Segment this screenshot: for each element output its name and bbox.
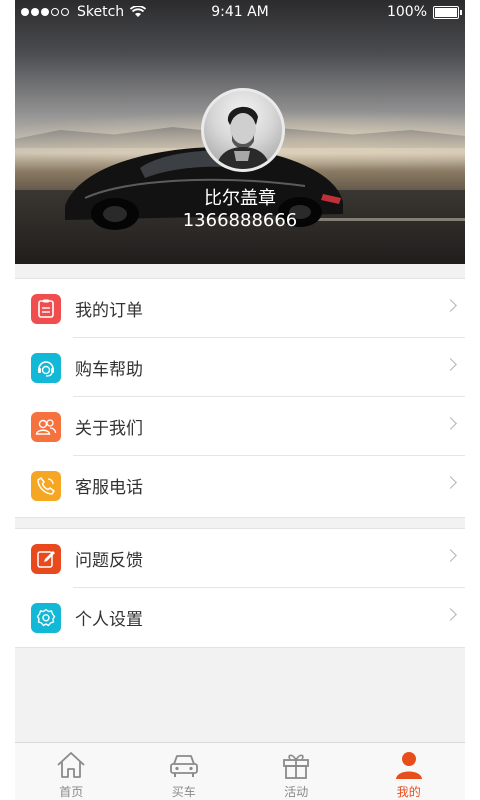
menu-item-personal-settings[interactable]: 个人设置 — [15, 588, 465, 647]
chevron-right-icon — [444, 476, 457, 489]
profile-screen: Sketch 9:41 AM 100% 比尔盖章 1366888666 我的订单… — [15, 0, 465, 800]
order-icon — [31, 293, 61, 324]
tab-label: 我的 — [396, 785, 421, 799]
menu-item-label: 购车帮助 — [75, 360, 143, 380]
menu-item-label: 个人设置 — [75, 610, 143, 630]
menu-group-secondary: 问题反馈 个人设置 — [15, 528, 465, 648]
tab-mine[interactable]: 我的 — [353, 743, 466, 800]
menu-item-feedback[interactable]: 问题反馈 — [15, 529, 465, 588]
menu-group-main: 我的订单 购车帮助 关于我们 客服电话 — [15, 278, 465, 518]
profile-header: Sketch 9:41 AM 100% 比尔盖章 1366888666 — [15, 0, 465, 264]
phone-icon — [31, 470, 61, 501]
people-icon — [31, 411, 61, 442]
battery-group: 100% — [386, 4, 462, 20]
chevron-right-icon — [444, 549, 457, 562]
menu-item-label: 我的订单 — [75, 301, 143, 321]
user-phone: 1366888666 — [182, 210, 298, 231]
tab-label: 首页 — [59, 785, 84, 799]
menu-item-purchase-help[interactable]: 购车帮助 — [15, 338, 465, 397]
edit-icon — [31, 543, 61, 574]
user-portrait-image — [216, 106, 270, 169]
battery-percentage: 100% — [386, 4, 427, 20]
chevron-right-icon — [444, 358, 457, 371]
avatar[interactable] — [201, 88, 285, 172]
status-bar: Sketch 9:41 AM 100% — [15, 0, 465, 26]
bottom-tab-bar: 首页 买车 活动 我的 — [15, 742, 465, 800]
tab-label: 活动 — [284, 785, 309, 799]
user-name: 比尔盖章 — [204, 188, 276, 209]
menu-item-label: 问题反馈 — [75, 551, 143, 571]
chevron-right-icon — [444, 417, 457, 430]
menu-item-label: 关于我们 — [75, 419, 143, 439]
battery-icon — [433, 5, 462, 19]
tab-activity[interactable]: 活动 — [240, 743, 353, 800]
chevron-right-icon — [444, 299, 457, 312]
customer-service-icon — [31, 352, 61, 383]
tab-label: 买车 — [171, 785, 196, 799]
settings-icon — [31, 602, 61, 633]
chevron-right-icon — [444, 608, 457, 621]
menu-item-about-us[interactable]: 关于我们 — [15, 397, 465, 456]
car-icon — [169, 755, 198, 777]
menu-item-label: 客服电话 — [75, 478, 143, 498]
tab-home[interactable]: 首页 — [15, 743, 128, 800]
gift-icon — [283, 754, 310, 779]
home-icon — [57, 752, 85, 778]
menu-item-my-orders[interactable]: 我的订单 — [15, 279, 465, 338]
tab-buy-car[interactable]: 买车 — [128, 743, 241, 800]
user-icon — [395, 752, 422, 779]
menu-item-service-phone[interactable]: 客服电话 — [15, 456, 465, 515]
